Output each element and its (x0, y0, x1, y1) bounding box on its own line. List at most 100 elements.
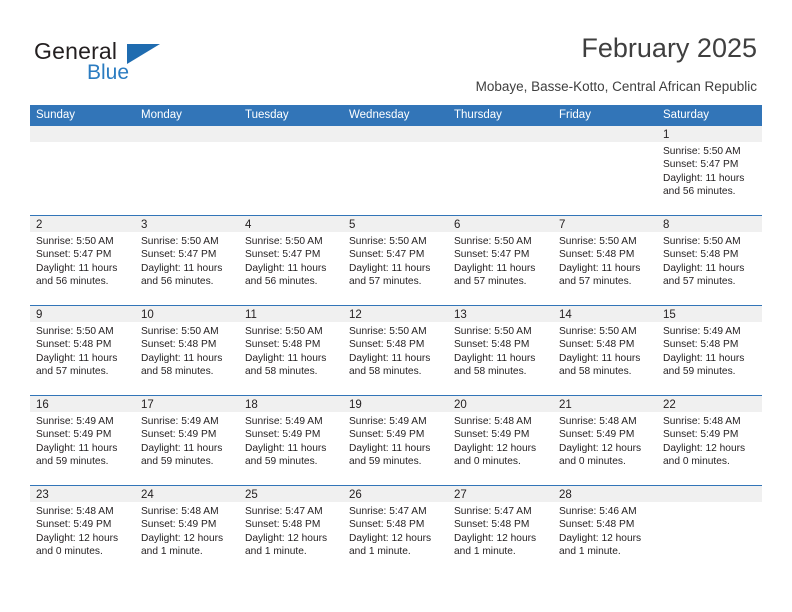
day-number: 16 (30, 396, 135, 412)
calendar-body: 1 Sunrise: 5:50 AM Sunset: 5:47 PM Daylight… (30, 126, 762, 575)
calendar-day-cell[interactable]: 28 Sunrise: 5:46 AM Sunset: 5:48 PM Dayligh… (553, 485, 657, 575)
calendar-day-cell[interactable]: 18 Sunrise: 5:49 AM Sunset: 5:49 PM Dayligh… (239, 395, 343, 486)
sunset-text: Sunset: 5:49 PM (36, 429, 112, 441)
sunrise-text: Sunrise: 5:50 AM (454, 236, 532, 247)
day-number: 22 (657, 396, 762, 412)
calendar-day-cell[interactable]: 16 Sunrise: 5:49 AM Sunset: 5:49 PM Dayligh… (30, 395, 135, 486)
sunset-text: Sunset: 5:48 PM (559, 249, 635, 261)
sunrise-text: Sunrise: 5:48 AM (663, 416, 741, 427)
sunrise-text: Sunrise: 5:50 AM (663, 236, 741, 247)
daylight-text: Daylight: 12 hours and 1 minute. (559, 532, 642, 557)
day-details: Sunrise: 5:50 AM Sunset: 5:47 PM Daylight:… (343, 232, 448, 288)
calendar-day-cell[interactable]: 8 Sunrise: 5:50 AM Sunset: 5:48 PM Daylight… (657, 215, 762, 306)
calendar-day-cell[interactable]: 23 Sunrise: 5:48 AM Sunset: 5:49 PM Dayligh… (30, 485, 135, 575)
calendar-day-cell[interactable]: 27 Sunrise: 5:47 AM Sunset: 5:48 PM Dayligh… (448, 485, 553, 575)
day-details: Sunrise: 5:47 AM Sunset: 5:48 PM Daylight:… (239, 502, 343, 558)
day-details: Sunrise: 5:49 AM Sunset: 5:49 PM Daylight:… (343, 412, 448, 468)
daylight-text: Daylight: 11 hours and 58 minutes. (245, 352, 327, 377)
calendar-day-cell[interactable]: 6 Sunrise: 5:50 AM Sunset: 5:47 PM Daylight… (448, 215, 553, 306)
day-number (343, 126, 448, 142)
sunset-text: Sunset: 5:48 PM (36, 339, 112, 351)
day-details: Sunrise: 5:50 AM Sunset: 5:48 PM Daylight:… (135, 322, 239, 378)
sunrise-text: Sunrise: 5:50 AM (663, 146, 741, 157)
day-number: 3 (135, 216, 239, 232)
calendar-day-cell[interactable]: 26 Sunrise: 5:47 AM Sunset: 5:48 PM Dayligh… (343, 485, 448, 575)
logo-triangle-icon (127, 44, 160, 64)
calendar-day-cell[interactable]: 3 Sunrise: 5:50 AM Sunset: 5:47 PM Daylight… (135, 215, 239, 306)
day-details: Sunrise: 5:50 AM Sunset: 5:48 PM Daylight:… (657, 232, 762, 288)
sunrise-text: Sunrise: 5:47 AM (454, 506, 532, 517)
page-header: General Blue February 2025 Mobaye, Basse… (0, 0, 792, 103)
calendar-week-row: 16 Sunrise: 5:49 AM Sunset: 5:49 PM Dayligh… (30, 395, 762, 486)
sunrise-text: Sunrise: 5:50 AM (141, 236, 219, 247)
day-number: 23 (30, 486, 135, 502)
weekday-header-thursday: Thursday (448, 105, 553, 126)
day-details: Sunrise: 5:50 AM Sunset: 5:48 PM Daylight:… (448, 322, 553, 378)
calendar-day-cell[interactable]: 14 Sunrise: 5:50 AM Sunset: 5:48 PM Dayligh… (553, 305, 657, 396)
weekday-header-saturday: Saturday (657, 105, 762, 126)
calendar-week-row: 9 Sunrise: 5:50 AM Sunset: 5:48 PM Daylight… (30, 305, 762, 396)
calendar-cell-empty (343, 126, 448, 216)
sunrise-text: Sunrise: 5:46 AM (559, 506, 637, 517)
day-number: 27 (448, 486, 553, 502)
sunset-text: Sunset: 5:47 PM (663, 159, 739, 171)
calendar-day-cell[interactable]: 15 Sunrise: 5:49 AM Sunset: 5:48 PM Dayligh… (657, 305, 762, 396)
sunrise-text: Sunrise: 5:50 AM (36, 326, 114, 337)
day-number: 6 (448, 216, 553, 232)
calendar-cell-empty (30, 126, 135, 216)
daylight-text: Daylight: 11 hours and 57 minutes. (454, 262, 536, 287)
day-number: 24 (135, 486, 239, 502)
sunset-text: Sunset: 5:47 PM (349, 249, 425, 261)
daylight-text: Daylight: 12 hours and 1 minute. (349, 532, 432, 557)
sunrise-text: Sunrise: 5:50 AM (36, 236, 114, 247)
day-number (448, 126, 553, 142)
page-title: February 2025 (581, 33, 757, 63)
calendar-day-cell[interactable]: 12 Sunrise: 5:50 AM Sunset: 5:48 PM Dayligh… (343, 305, 448, 396)
sunset-text: Sunset: 5:49 PM (36, 519, 112, 531)
calendar-day-cell[interactable]: 9 Sunrise: 5:50 AM Sunset: 5:48 PM Daylight… (30, 305, 135, 396)
day-number: 7 (553, 216, 657, 232)
calendar-day-cell[interactable]: 13 Sunrise: 5:50 AM Sunset: 5:48 PM Dayligh… (448, 305, 553, 396)
calendar-day-cell[interactable]: 17 Sunrise: 5:49 AM Sunset: 5:49 PM Dayligh… (135, 395, 239, 486)
calendar-day-cell[interactable]: 11 Sunrise: 5:50 AM Sunset: 5:48 PM Dayligh… (239, 305, 343, 396)
sunrise-text: Sunrise: 5:50 AM (349, 236, 427, 247)
calendar-day-cell[interactable]: 7 Sunrise: 5:50 AM Sunset: 5:48 PM Daylight… (553, 215, 657, 306)
day-details: Sunrise: 5:49 AM Sunset: 5:48 PM Daylight:… (657, 322, 762, 378)
calendar-day-cell[interactable]: 25 Sunrise: 5:47 AM Sunset: 5:48 PM Dayligh… (239, 485, 343, 575)
sunrise-text: Sunrise: 5:48 AM (454, 416, 532, 427)
sunrise-text: Sunrise: 5:49 AM (36, 416, 114, 427)
day-details: Sunrise: 5:48 AM Sunset: 5:49 PM Daylight:… (135, 502, 239, 558)
daylight-text: Daylight: 11 hours and 56 minutes. (36, 262, 118, 287)
calendar-day-cell[interactable]: 19 Sunrise: 5:49 AM Sunset: 5:49 PM Dayligh… (343, 395, 448, 486)
general-blue-logo[interactable]: General Blue (34, 38, 264, 88)
day-number: 13 (448, 306, 553, 322)
daylight-text: Daylight: 12 hours and 0 minutes. (559, 442, 642, 467)
sunset-text: Sunset: 5:49 PM (141, 429, 217, 441)
calendar-cell-empty (553, 126, 657, 216)
sunset-text: Sunset: 5:48 PM (454, 519, 530, 531)
daylight-text: Daylight: 11 hours and 59 minutes. (141, 442, 223, 467)
calendar-day-cell[interactable]: 10 Sunrise: 5:50 AM Sunset: 5:48 PM Dayligh… (135, 305, 239, 396)
daylight-text: Daylight: 12 hours and 1 minute. (454, 532, 537, 557)
day-details: Sunrise: 5:50 AM Sunset: 5:47 PM Daylight:… (30, 232, 135, 288)
calendar-day-cell[interactable]: 24 Sunrise: 5:48 AM Sunset: 5:49 PM Dayligh… (135, 485, 239, 575)
calendar-day-cell[interactable]: 22 Sunrise: 5:48 AM Sunset: 5:49 PM Dayligh… (657, 395, 762, 486)
calendar-day-cell[interactable]: 4 Sunrise: 5:50 AM Sunset: 5:47 PM Daylight… (239, 215, 343, 306)
day-details: Sunrise: 5:47 AM Sunset: 5:48 PM Daylight:… (343, 502, 448, 558)
calendar-day-cell[interactable]: 1 Sunrise: 5:50 AM Sunset: 5:47 PM Daylight… (657, 126, 762, 216)
day-number: 10 (135, 306, 239, 322)
sunrise-text: Sunrise: 5:49 AM (141, 416, 219, 427)
daylight-text: Daylight: 11 hours and 58 minutes. (454, 352, 536, 377)
calendar-day-cell[interactable]: 21 Sunrise: 5:48 AM Sunset: 5:49 PM Dayligh… (553, 395, 657, 486)
sunset-text: Sunset: 5:48 PM (663, 339, 739, 351)
sunrise-text: Sunrise: 5:50 AM (454, 326, 532, 337)
daylight-text: Daylight: 11 hours and 57 minutes. (559, 262, 641, 287)
calendar-day-cell[interactable]: 2 Sunrise: 5:50 AM Sunset: 5:47 PM Daylight… (30, 215, 135, 306)
sunset-text: Sunset: 5:49 PM (663, 429, 739, 441)
day-number: 8 (657, 216, 762, 232)
calendar-day-cell[interactable]: 20 Sunrise: 5:48 AM Sunset: 5:49 PM Dayligh… (448, 395, 553, 486)
daylight-text: Daylight: 11 hours and 58 minutes. (559, 352, 641, 377)
daylight-text: Daylight: 11 hours and 56 minutes. (663, 172, 745, 197)
calendar-day-cell[interactable]: 5 Sunrise: 5:50 AM Sunset: 5:47 PM Daylight… (343, 215, 448, 306)
day-number (30, 126, 135, 142)
